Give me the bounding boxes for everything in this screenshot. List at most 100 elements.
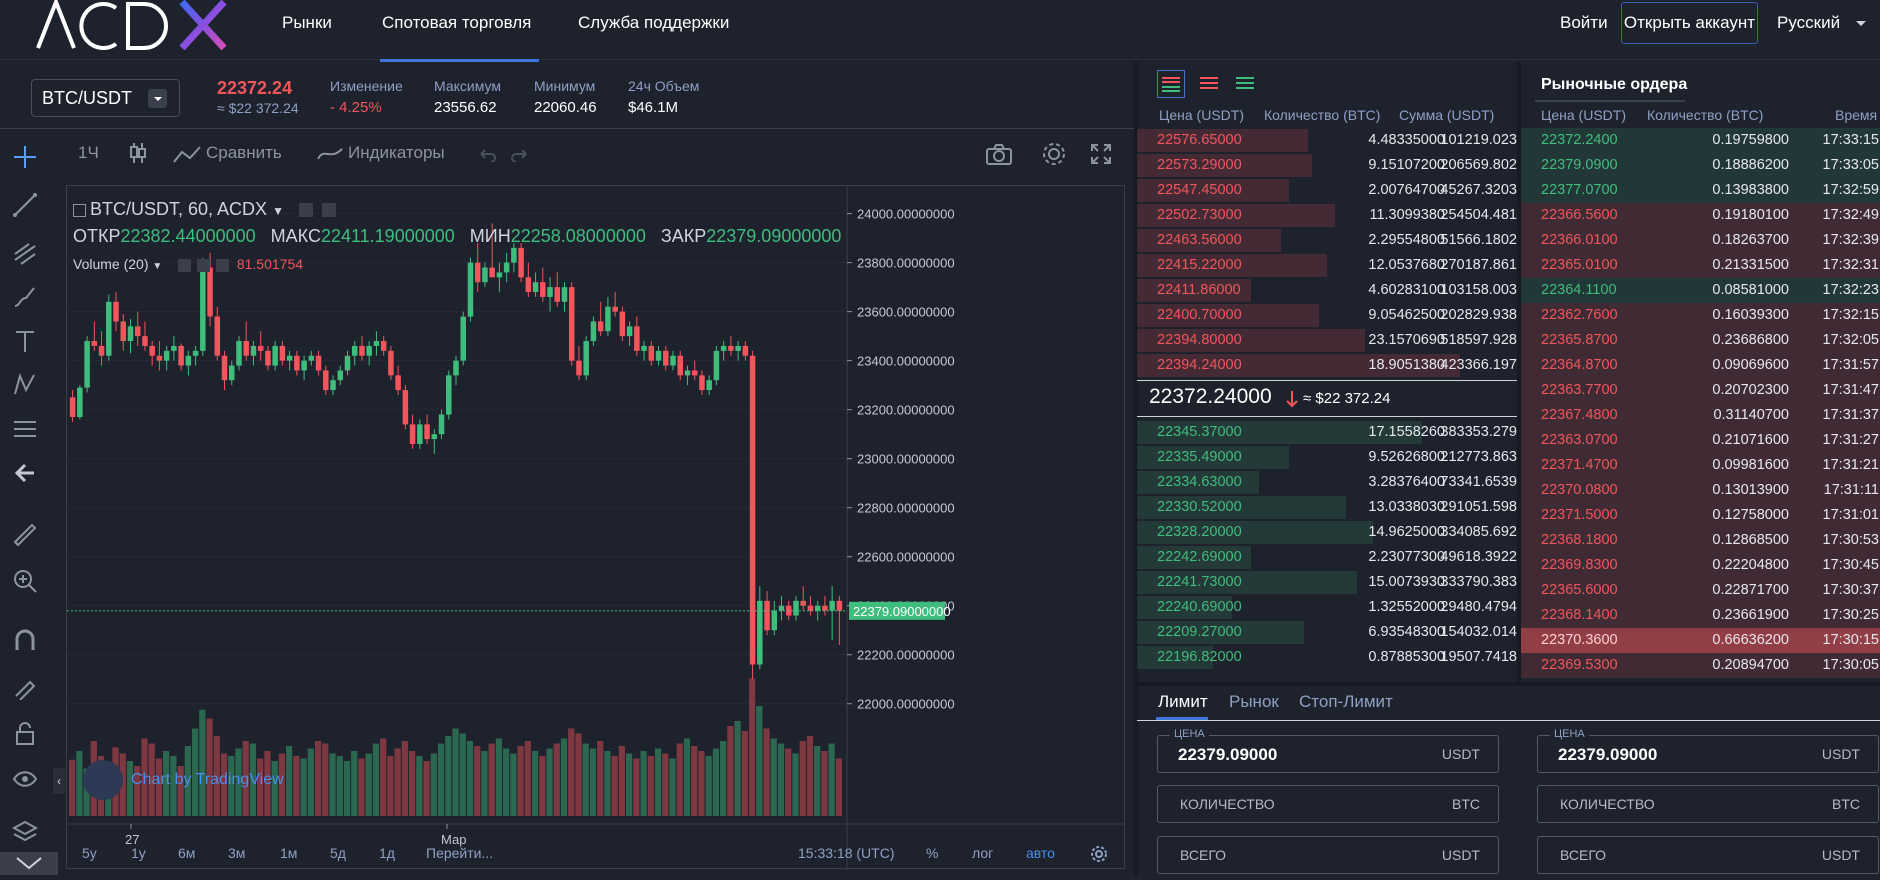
buy-quantity-field[interactable]: КОЛИЧЕСТВО BTC (1157, 785, 1499, 823)
sell-price-field[interactable]: ЦЕНА 22379.09000 USDT (1537, 728, 1879, 773)
eye-icon[interactable] (298, 203, 313, 218)
back-arrow-icon[interactable] (12, 460, 38, 486)
chevron-down-icon[interactable]: ▼ (272, 204, 284, 218)
fib-tool-icon[interactable] (12, 240, 38, 266)
range-1m[interactable]: 1м (280, 845, 297, 861)
sell-price-value[interactable]: 22379.09000 (1558, 745, 1657, 765)
ask-row[interactable]: 22400.70000 9.05462500 202829.938 (1137, 303, 1517, 328)
crosshair-icon[interactable] (12, 144, 38, 170)
tab-limit[interactable]: Лимит (1158, 692, 1208, 712)
range-3m[interactable]: 3м (228, 845, 245, 861)
ask-row[interactable]: 22415.22000 12.0537680 270187.861 (1137, 253, 1517, 278)
ask-row[interactable]: 22502.73000 11.3099380 254504.481 (1137, 203, 1517, 228)
range-1y[interactable]: 1y (131, 845, 146, 861)
candle-style-icon[interactable] (128, 141, 148, 165)
acdx-logo[interactable] (36, 0, 232, 52)
volume-bar (343, 761, 351, 816)
bid-row[interactable]: 22345.37000 17.1558260 383353.279 (1137, 420, 1517, 445)
nav-spot-trading[interactable]: Спотовая торговля (379, 0, 540, 62)
open-account-button[interactable]: Открыть аккаунт (1621, 2, 1758, 44)
lock-drawing-icon[interactable] (12, 674, 38, 700)
range-6m[interactable]: 6м (178, 845, 195, 861)
tradingview-watermark[interactable]: Chart by TradingView (83, 760, 284, 800)
candle-body (590, 321, 597, 342)
text-tool-icon[interactable] (12, 328, 38, 354)
log-toggle[interactable]: лог (972, 845, 993, 861)
lock-icon[interactable] (12, 720, 38, 746)
book-view-asks-icon[interactable] (1195, 70, 1223, 98)
buy-price-value[interactable]: 22379.09000 (1178, 745, 1277, 765)
ask-row[interactable]: 22411.86000 4.60283100 103158.003 (1137, 278, 1517, 303)
volume-label: 24ч Объем (628, 78, 700, 94)
range-5y[interactable]: 5y (82, 845, 97, 861)
nav-markets[interactable]: Рынки (282, 0, 332, 60)
eye-icon[interactable] (178, 258, 192, 272)
bid-row[interactable]: 22241.73000 15.0073930 333790.383 (1137, 570, 1517, 595)
ask-row[interactable]: 22394.24000 18.9051380 423366.197 (1137, 353, 1517, 378)
price-chart[interactable]: 24000.00000000 23800.00000000 23600.000000… (66, 185, 1126, 870)
gear-icon[interactable] (1041, 141, 1067, 167)
bid-row[interactable]: 22334.63000 3.28376400 73341.6539 (1137, 470, 1517, 495)
nav-support[interactable]: Служба поддержки (578, 0, 729, 60)
trade-row: 22365.6000 0.22871700 17:30:37 (1521, 578, 1880, 603)
ask-row[interactable]: 22463.56000 2.29554800 51566.1802 (1137, 228, 1517, 253)
bid-row[interactable]: 22330.52000 13.0338030 291051.598 (1137, 495, 1517, 520)
chart-time[interactable]: 15:33:18 (UTC) (798, 845, 894, 861)
bid-row[interactable]: 22240.69000 1.32552000 29480.4794 (1137, 595, 1517, 620)
sell-quantity-field[interactable]: КОЛИЧЕСТВО BTC (1537, 785, 1879, 823)
trend-line-icon[interactable] (12, 192, 38, 218)
scroll-toolbar-button[interactable] (0, 852, 58, 875)
zoom-in-icon[interactable] (12, 568, 38, 594)
ask-row[interactable]: 22394.80000 23.1570690 518597.928 (1137, 328, 1517, 353)
percent-toggle[interactable]: % (926, 845, 938, 861)
candle-body (612, 306, 618, 312)
gear-icon[interactable] (1090, 845, 1108, 863)
range-1d[interactable]: 1д (379, 845, 395, 861)
chevron-down-icon[interactable]: ▼ (152, 261, 162, 272)
interval-button[interactable]: 1Ч (78, 143, 99, 163)
auto-toggle[interactable]: авто (1026, 845, 1055, 861)
range-5d[interactable]: 5д (330, 845, 346, 861)
tab-market[interactable]: Рынок (1229, 692, 1279, 712)
pair-select[interactable]: BTC/USDT (31, 79, 180, 117)
collapse-legend-icon[interactable] (73, 203, 86, 217)
tab-stop-limit[interactable]: Стоп-Лимит (1299, 692, 1393, 712)
pattern-icon[interactable] (12, 372, 38, 398)
eye-icon[interactable] (12, 766, 38, 792)
layers-icon[interactable] (12, 818, 38, 844)
ask-row[interactable]: 22573.29000 9.15107200 206569.802 (1137, 153, 1517, 178)
collapse-toolbar-button[interactable]: ‹ (53, 768, 65, 794)
gear-icon[interactable] (197, 258, 211, 272)
close-icon[interactable] (215, 258, 229, 272)
goto-date-button[interactable]: Перейти... (426, 845, 493, 861)
brush-icon[interactable] (12, 284, 38, 310)
prediction-icon[interactable] (12, 416, 38, 442)
bid-row[interactable]: 22242.69000 2.23077300 49618.3922 (1137, 545, 1517, 570)
fullscreen-icon[interactable] (1090, 143, 1112, 165)
quantity-cell: 2.23077300 (1368, 549, 1445, 565)
language-select[interactable]: Русский (1777, 0, 1867, 60)
bid-row[interactable]: 22196.82000 0.87885300 19507.7418 (1137, 645, 1517, 670)
trade-quantity: 0.19180100 (1712, 207, 1789, 223)
login-link[interactable]: Войти (1560, 0, 1608, 60)
bid-row[interactable]: 22209.27000 6.93548300 154032.014 (1137, 620, 1517, 645)
compare-button[interactable]: Сравнить (172, 143, 282, 164)
bid-row[interactable]: 22328.20000 14.9625000 334085.692 (1137, 520, 1517, 545)
redo-icon[interactable] (510, 144, 532, 162)
book-view-bids-icon[interactable] (1231, 70, 1259, 98)
ask-row[interactable]: 22576.65000 4.48335000 101219.023 (1137, 128, 1517, 153)
book-view-both-icon[interactable] (1157, 70, 1185, 98)
sell-total-field[interactable]: ВСЕГО USDT (1537, 836, 1879, 874)
indicators-button[interactable]: Индикаторы (316, 143, 445, 163)
ask-row[interactable]: 22547.45000 2.00764700 45267.3203 (1137, 178, 1517, 203)
buy-total-field[interactable]: ВСЕГО USDT (1157, 836, 1499, 874)
market-trades-title[interactable]: Рыночные ордера (1541, 76, 1687, 94)
bid-row[interactable]: 22335.49000 9.52626800 212773.863 (1137, 445, 1517, 470)
magnet-icon[interactable] (12, 628, 38, 654)
ruler-icon[interactable] (12, 522, 38, 548)
buy-price-field[interactable]: ЦЕНА 22379.09000 USDT (1157, 728, 1499, 773)
camera-icon[interactable] (985, 143, 1013, 165)
undo-icon[interactable] (475, 144, 497, 162)
trade-row: 22366.0100 0.18263700 17:32:39 (1521, 228, 1880, 253)
gear-icon[interactable] (321, 203, 336, 218)
